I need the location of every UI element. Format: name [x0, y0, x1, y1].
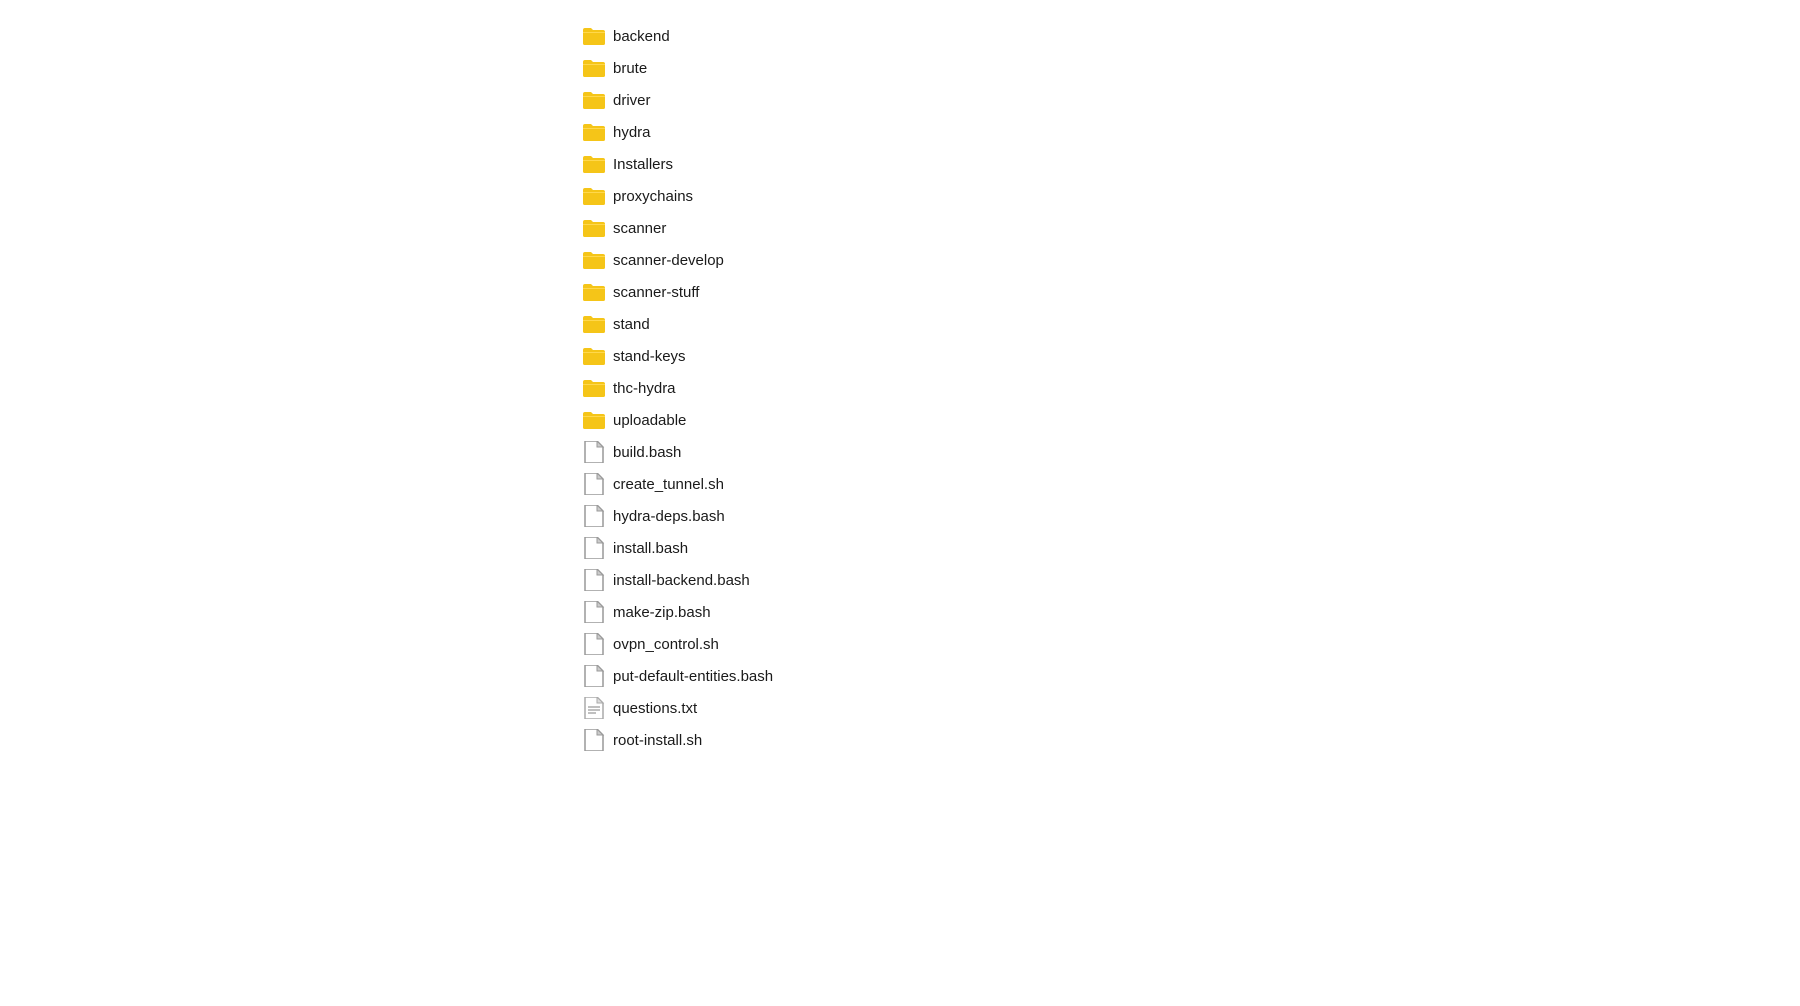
file-label-thc-hydra: thc-hydra	[613, 380, 676, 397]
file-list: backend brute driver	[575, 0, 1800, 776]
folder-icon	[583, 121, 605, 143]
list-item-stand-keys[interactable]: stand-keys	[575, 340, 1800, 372]
folder-icon	[583, 281, 605, 303]
file-label-build.bash: build.bash	[613, 444, 681, 461]
folder-icon	[583, 249, 605, 271]
list-item-Installers[interactable]: Installers	[575, 148, 1800, 180]
file-label-scanner-develop: scanner-develop	[613, 252, 724, 269]
file-label-install.bash: install.bash	[613, 540, 688, 557]
file-icon	[583, 473, 605, 495]
list-item-brute[interactable]: brute	[575, 52, 1800, 84]
folder-icon	[583, 185, 605, 207]
file-label-Installers: Installers	[613, 156, 673, 173]
list-item-scanner[interactable]: scanner	[575, 212, 1800, 244]
folder-icon	[583, 217, 605, 239]
file-label-root-install.sh: root-install.sh	[613, 732, 702, 749]
folder-icon	[583, 57, 605, 79]
list-item-create_tunnel.sh[interactable]: create_tunnel.sh	[575, 468, 1800, 500]
file-icon	[583, 505, 605, 527]
file-label-scanner-stuff: scanner-stuff	[613, 284, 699, 301]
file-label-scanner: scanner	[613, 220, 666, 237]
file-icon	[583, 665, 605, 687]
list-item-proxychains[interactable]: proxychains	[575, 180, 1800, 212]
file-label-stand-keys: stand-keys	[613, 348, 686, 365]
list-item-backend[interactable]: backend	[575, 20, 1800, 52]
folder-icon	[583, 345, 605, 367]
file-label-create_tunnel.sh: create_tunnel.sh	[613, 476, 724, 493]
list-item-uploadable[interactable]: uploadable	[575, 404, 1800, 436]
list-item-thc-hydra[interactable]: thc-hydra	[575, 372, 1800, 404]
file-label-backend: backend	[613, 28, 670, 45]
file-label-hydra: hydra	[613, 124, 651, 141]
list-item-install.bash[interactable]: install.bash	[575, 532, 1800, 564]
list-item-hydra[interactable]: hydra	[575, 116, 1800, 148]
file-label-questions.txt: questions.txt	[613, 700, 697, 717]
list-item-driver[interactable]: driver	[575, 84, 1800, 116]
list-item-build.bash[interactable]: build.bash	[575, 436, 1800, 468]
folder-icon	[583, 25, 605, 47]
list-item-stand[interactable]: stand	[575, 308, 1800, 340]
file-icon	[583, 729, 605, 751]
file-icon	[583, 441, 605, 463]
folder-icon	[583, 377, 605, 399]
folder-icon	[583, 409, 605, 431]
list-item-questions.txt[interactable]: questions.txt	[575, 692, 1800, 724]
list-item-scanner-develop[interactable]: scanner-develop	[575, 244, 1800, 276]
list-item-scanner-stuff[interactable]: scanner-stuff	[575, 276, 1800, 308]
file-label-brute: brute	[613, 60, 647, 77]
folder-icon	[583, 153, 605, 175]
text-file-icon	[583, 697, 605, 719]
file-icon	[583, 569, 605, 591]
file-label-uploadable: uploadable	[613, 412, 686, 429]
file-label-put-default-entities.bash: put-default-entities.bash	[613, 668, 773, 685]
list-item-put-default-entities.bash[interactable]: put-default-entities.bash	[575, 660, 1800, 692]
file-label-hydra-deps.bash: hydra-deps.bash	[613, 508, 725, 525]
list-item-ovpn_control.sh[interactable]: ovpn_control.sh	[575, 628, 1800, 660]
file-label-install-backend.bash: install-backend.bash	[613, 572, 750, 589]
file-icon	[583, 537, 605, 559]
folder-icon	[583, 313, 605, 335]
folder-icon	[583, 89, 605, 111]
list-item-install-backend.bash[interactable]: install-backend.bash	[575, 564, 1800, 596]
list-item-root-install.sh[interactable]: root-install.sh	[575, 724, 1800, 756]
file-label-make-zip.bash: make-zip.bash	[613, 604, 711, 621]
file-label-proxychains: proxychains	[613, 188, 693, 205]
list-item-hydra-deps.bash[interactable]: hydra-deps.bash	[575, 500, 1800, 532]
file-label-driver: driver	[613, 92, 651, 109]
file-icon	[583, 633, 605, 655]
file-icon	[583, 601, 605, 623]
file-label-ovpn_control.sh: ovpn_control.sh	[613, 636, 719, 653]
file-label-stand: stand	[613, 316, 650, 333]
list-item-make-zip.bash[interactable]: make-zip.bash	[575, 596, 1800, 628]
